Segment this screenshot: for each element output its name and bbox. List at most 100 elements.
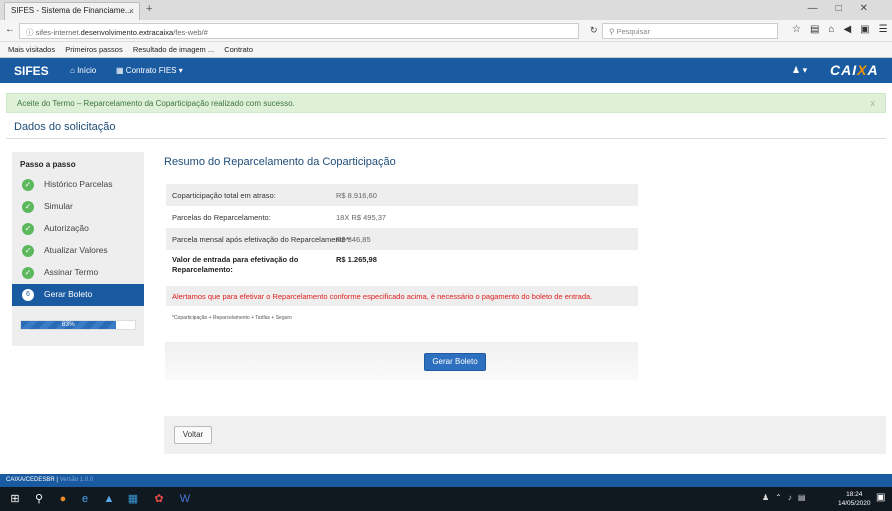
toolbar-icons[interactable]: ☆▤⌂◀▣☰ [792, 24, 892, 35]
bookmarks-bar: Mais visitados Primeiros passos Resultad… [0, 42, 892, 58]
bookmark-star-icon[interactable]: ☆ [792, 24, 810, 35]
search-input[interactable]: ⚲ Pesquisar [602, 23, 778, 39]
success-alert: Aceite do Termo – Reparcelamento da Copa… [6, 93, 886, 113]
steps-sidebar: Passo a passo ✓ Histórico Parcelas ✓ Sim… [12, 152, 144, 346]
step-label: Gerar Boleto [44, 289, 93, 299]
app-header: SIFES ⌂ Início ▦ Contrato FIES ▾ ♟ ▾ CAI… [0, 58, 892, 83]
summary-row-total: Coparticipação total em atraso: R$ 8.916… [166, 184, 638, 206]
url-prefix: sifes-internet. [35, 28, 81, 37]
step-number-badge: 6 [22, 289, 34, 301]
check-icon: ✓ [22, 201, 34, 213]
action-panel: Gerar Boleto [165, 342, 638, 380]
row-label: Parcelas do Reparcelamento: [172, 213, 271, 222]
bookmark-primeiros-passos[interactable]: Primeiros passos [65, 45, 123, 54]
back-arrow-icon[interactable]: ← [5, 24, 15, 35]
menu-icon[interactable]: ☰ [879, 24, 892, 35]
nav-contrato-fies[interactable]: ▦ Contrato FIES ▾ [116, 66, 183, 75]
clock-time: 18:24 [846, 491, 863, 498]
caixa-logo: CAIXA [830, 62, 879, 78]
user-menu[interactable]: ♟ ▾ [792, 65, 807, 76]
word-icon[interactable]: W [178, 492, 192, 506]
step-label: Simular [44, 201, 73, 211]
divider [6, 138, 886, 139]
footer-text: CAIXA/CEDESBR | [6, 477, 58, 483]
new-tab-button[interactable]: + [146, 3, 152, 15]
steps-title: Passo a passo [20, 160, 76, 169]
edge-icon[interactable]: e [78, 492, 92, 506]
row-value: 18X R$ 495,37 [336, 213, 387, 222]
row-label: Parcela mensal após efetivação do Reparc… [172, 235, 351, 244]
summary-row-parcelas: Parcelas do Reparcelamento: 18X R$ 495,3… [166, 206, 638, 228]
nav-inicio[interactable]: ⌂ Início [70, 66, 96, 75]
step-assinar-termo[interactable]: ✓ Assinar Termo [12, 262, 144, 284]
library-icon[interactable]: ▤ [810, 24, 828, 35]
browser-nav-bar: ← ⓘ sifes-internet.desenvolvimento.extra… [0, 20, 892, 42]
browser-tab[interactable]: SIFES - Sistema de Financiame... × [4, 2, 140, 20]
people-icon[interactable]: ♟ [762, 493, 775, 502]
logo-text: CAI [830, 62, 858, 78]
step-label: Atualizar Valores [44, 245, 108, 255]
row-label: Coparticipação total em atraso: [172, 191, 276, 200]
bookmark-mais-visitados[interactable]: Mais visitados [8, 45, 55, 54]
step-simular[interactable]: ✓ Simular [12, 196, 144, 218]
network-icon[interactable]: ▤ [798, 493, 812, 502]
reload-icon[interactable]: ↻ [590, 25, 598, 36]
app-brand[interactable]: SIFES [14, 64, 49, 78]
bottom-panel: Voltar [164, 416, 886, 454]
bookmark-contrato[interactable]: Contrato [224, 45, 253, 54]
volume-icon[interactable]: ♪ [788, 493, 798, 502]
tablet-icon[interactable]: ▲ [102, 492, 116, 506]
voltar-button[interactable]: Voltar [174, 426, 212, 444]
row-value: R$ 846,85 [336, 235, 371, 244]
extension-icon[interactable]: ▣ [860, 24, 878, 35]
step-historico-parcelas[interactable]: ✓ Histórico Parcelas [12, 174, 144, 196]
nav-contrato-label: Contrato FIES ▾ [125, 66, 183, 75]
clock-date: 14/05/2020 [838, 500, 871, 507]
logo-end: A [867, 62, 879, 78]
summary-row-entrada: Valor de entrada para efetivação do Repa… [166, 250, 638, 284]
window-controls[interactable]: —□✕ [808, 3, 886, 14]
gerar-boleto-button[interactable]: Gerar Boleto [424, 353, 486, 371]
app-icon[interactable]: ✿ [152, 492, 166, 506]
url-domain: desenvolvimento.extracaixa [80, 28, 174, 37]
step-atualizar-valores[interactable]: ✓ Atualizar Valores [12, 240, 144, 262]
notification-icon[interactable]: ▣ [876, 492, 885, 503]
taskbar: ⊞ ⚲ ● e ▲ ▦ ✿ W ♟⌃♪▤ 18:24 14/05/2020 ▣ [0, 487, 892, 511]
row-value: R$ 1.265,98 [336, 255, 377, 264]
app-footer: CAIXA/CEDESBR | Versão 1.0.0 [0, 474, 892, 487]
home-icon[interactable]: ⌂ [828, 24, 843, 35]
system-tray[interactable]: ♟⌃♪▤ [762, 493, 811, 502]
address-bar[interactable]: ⓘ sifes-internet.desenvolvimento.extraca… [19, 23, 579, 39]
step-gerar-boleto[interactable]: 6 Gerar Boleto [12, 284, 144, 306]
check-icon: ✓ [22, 267, 34, 279]
warning-message: Alertamos que para efetivar o Reparcelam… [166, 286, 638, 306]
info-icon: ⓘ [26, 28, 34, 37]
step-autorizacao[interactable]: ✓ Autorização [12, 218, 144, 240]
browser-tab-bar: SIFES - Sistema de Financiame... × + —□✕ [0, 0, 892, 20]
windows-start-icon[interactable]: ⊞ [8, 492, 22, 506]
search-icon: ⚲ [609, 27, 615, 36]
user-icon: ♟ [792, 65, 801, 75]
progress-fill: 83% [21, 321, 116, 329]
grid-icon: ▦ [116, 66, 124, 75]
home-icon: ⌂ [70, 66, 75, 75]
summary-row-mensal: Parcela mensal após efetivação do Reparc… [166, 228, 638, 250]
user-menu-caret: ▾ [802, 65, 808, 75]
row-value: R$ 8.916,60 [336, 191, 377, 200]
check-icon: ✓ [22, 245, 34, 257]
bookmark-resultado-imagem[interactable]: Resultado de imagem ... [133, 45, 214, 54]
pocket-icon[interactable]: ◀ [843, 24, 860, 35]
file-explorer-icon[interactable]: ▦ [126, 492, 140, 506]
section-title: Dados do solicitação [14, 121, 116, 133]
firefox-icon[interactable]: ● [56, 492, 70, 506]
progress-bar: 83% [20, 320, 136, 330]
tab-close-icon[interactable]: × [129, 6, 134, 16]
alert-close-icon[interactable]: x [871, 98, 876, 108]
summary-title: Resumo do Reparcelamento da Coparticipaç… [164, 156, 396, 168]
nav-inicio-label: Início [77, 66, 97, 75]
chevron-up-icon[interactable]: ⌃ [775, 493, 788, 502]
clock[interactable]: 18:24 14/05/2020 [838, 490, 871, 508]
search-icon[interactable]: ⚲ [32, 492, 46, 506]
logo-x: X [857, 62, 868, 78]
step-label: Assinar Termo [44, 267, 99, 277]
